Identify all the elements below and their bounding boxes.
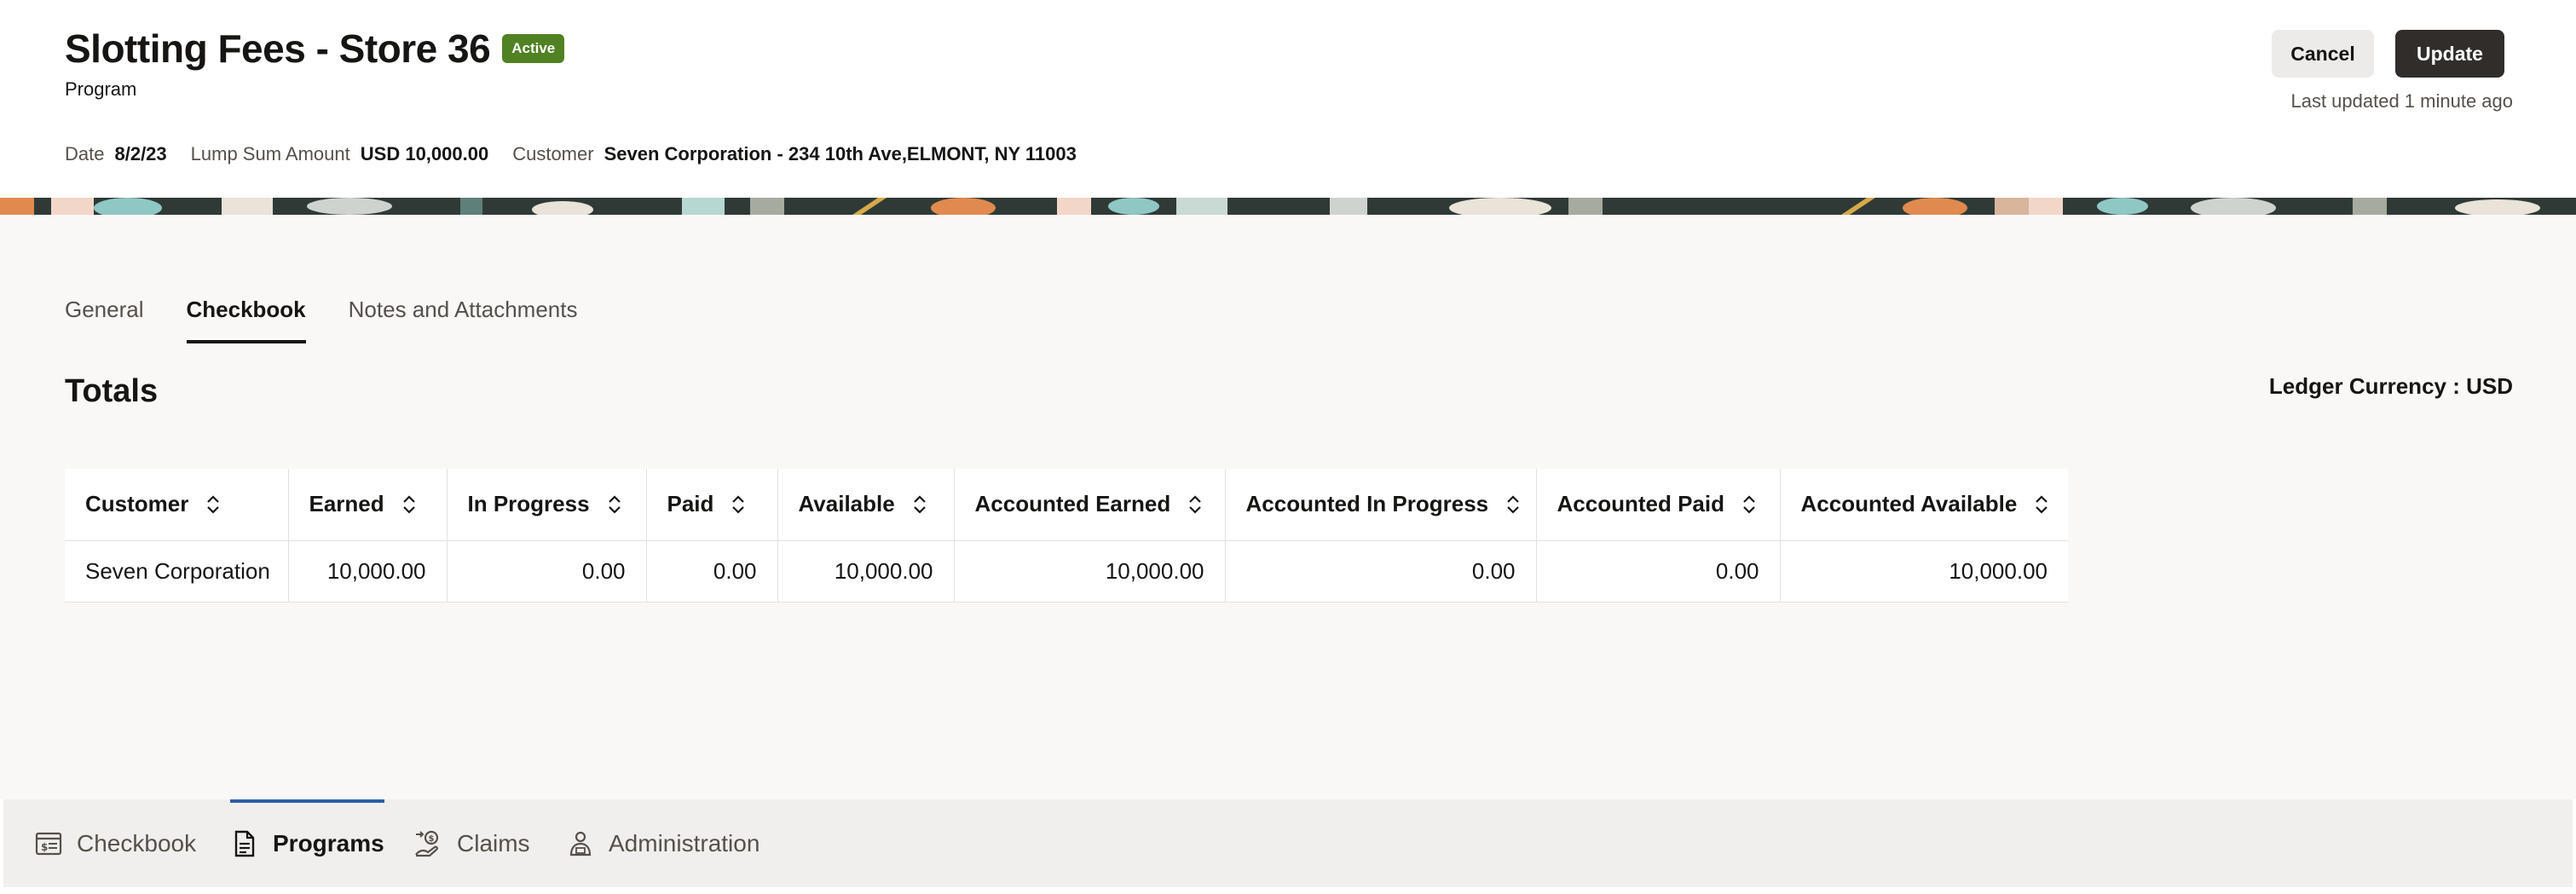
nav-item-checkbook[interactable]: $ Checkbook xyxy=(34,799,196,887)
tab-checkbook[interactable]: Checkbook xyxy=(186,297,306,343)
column-header-accounted-available[interactable]: Accounted Available xyxy=(1780,469,2068,540)
table-header-row: Customer Earned In Progress Paid Availab… xyxy=(65,469,2068,540)
column-header-label: Accounted Paid xyxy=(1557,491,1724,517)
tab-bar: General Checkbook Notes and Attachments xyxy=(65,297,620,343)
page-title: Slotting Fees - Store 36 xyxy=(65,26,491,71)
table-row[interactable]: Seven Corporation 10,000.00 0.00 0.00 10… xyxy=(65,539,2068,603)
column-header-accounted-in-progress[interactable]: Accounted In Progress xyxy=(1225,469,1537,540)
sort-icon[interactable] xyxy=(401,494,417,515)
lump-sum-label: Lump Sum Amount xyxy=(190,143,350,164)
last-updated-text: Last updated 1 minute ago xyxy=(2290,90,2513,112)
administration-icon xyxy=(569,831,592,856)
column-header-label: Accounted Earned xyxy=(974,491,1171,517)
column-header-in-progress[interactable]: In Progress xyxy=(447,469,647,540)
column-header-label: Accounted In Progress xyxy=(1245,491,1489,517)
title-row: Slotting Fees - Store 36 Active xyxy=(65,26,565,72)
decorative-banner xyxy=(0,198,2576,215)
column-header-label: Accounted Available xyxy=(1800,491,2018,517)
cell-in-progress: 0.00 xyxy=(447,539,647,603)
nav-label: Programs xyxy=(273,829,384,857)
nav-label: Administration xyxy=(609,829,760,857)
page-header: Slotting Fees - Store 36 Active Program … xyxy=(0,0,2576,198)
meta-row: Date 8/2/23 Lump Sum Amount USD 10,000.0… xyxy=(65,143,1100,165)
cell-accounted-earned: 10,000.00 xyxy=(954,539,1226,603)
totals-table: Customer Earned In Progress Paid Availab… xyxy=(65,469,2068,603)
column-header-customer[interactable]: Customer xyxy=(65,469,289,540)
claims-icon: $ xyxy=(415,830,439,857)
lump-sum-value: USD 10,000.00 xyxy=(360,143,489,164)
column-header-label: Earned xyxy=(309,491,384,517)
page-subtitle: Program xyxy=(65,78,137,100)
sort-icon[interactable] xyxy=(1187,494,1203,515)
sort-icon[interactable] xyxy=(1741,494,1757,515)
nav-item-claims[interactable]: $ Claims xyxy=(413,799,530,887)
column-header-label: Customer xyxy=(85,491,189,517)
totals-table-wrapper: Customer Earned In Progress Paid Availab… xyxy=(65,469,2068,603)
customer-label: Customer xyxy=(512,143,594,164)
cancel-button[interactable]: Cancel xyxy=(2272,30,2374,78)
column-header-label: In Progress xyxy=(467,491,590,517)
column-header-paid[interactable]: Paid xyxy=(646,469,778,540)
column-header-earned[interactable]: Earned xyxy=(288,469,448,540)
sort-icon[interactable] xyxy=(2034,494,2049,515)
main-content: General Checkbook Notes and Attachments … xyxy=(0,215,2576,799)
nav-item-programs[interactable]: Programs xyxy=(230,799,384,887)
document-icon xyxy=(234,830,255,857)
sort-icon[interactable] xyxy=(607,494,622,515)
sort-icon[interactable] xyxy=(912,494,927,515)
nav-label: Checkbook xyxy=(77,829,197,857)
cell-customer: Seven Corporation xyxy=(65,539,289,603)
checkbook-icon: $ xyxy=(35,832,62,855)
column-header-accounted-paid[interactable]: Accounted Paid xyxy=(1536,469,1781,540)
tab-notes-and-attachments[interactable]: Notes and Attachments xyxy=(349,297,578,342)
date-value: 8/2/23 xyxy=(114,143,167,164)
date-label: Date xyxy=(65,143,105,164)
sort-icon[interactable] xyxy=(1505,494,1521,515)
sort-icon[interactable] xyxy=(731,494,746,515)
sort-icon[interactable] xyxy=(205,494,221,515)
column-header-available[interactable]: Available xyxy=(777,469,955,540)
cell-paid: 0.00 xyxy=(646,539,778,603)
cell-available: 10,000.00 xyxy=(777,539,955,603)
banner-pattern xyxy=(0,198,2576,215)
nav-label: Claims xyxy=(457,829,530,857)
nav-item-administration[interactable]: Administration xyxy=(566,799,760,887)
cell-accounted-in-progress: 0.00 xyxy=(1225,539,1537,603)
bottom-navigation: $ Checkbook Programs $ Claims Administra… xyxy=(3,799,2573,887)
cell-earned: 10,000.00 xyxy=(288,539,448,603)
svg-text:$: $ xyxy=(41,841,48,853)
status-badge: Active xyxy=(502,34,565,63)
section-title: Totals xyxy=(65,373,159,409)
tab-general[interactable]: General xyxy=(65,297,144,342)
update-button[interactable]: Update xyxy=(2395,30,2504,78)
page: Slotting Fees - Store 36 Active Program … xyxy=(0,0,2576,894)
cell-accounted-paid: 0.00 xyxy=(1536,539,1781,603)
ledger-currency: Ledger Currency : USD xyxy=(2268,373,2513,399)
column-header-accounted-earned[interactable]: Accounted Earned xyxy=(954,469,1226,540)
column-header-label: Available xyxy=(798,491,895,517)
cell-accounted-available: 10,000.00 xyxy=(1780,539,2068,603)
svg-text:$: $ xyxy=(429,834,435,844)
customer-value: Seven Corporation - 234 10th Ave,ELMONT,… xyxy=(604,143,1077,164)
column-header-label: Paid xyxy=(667,491,714,517)
